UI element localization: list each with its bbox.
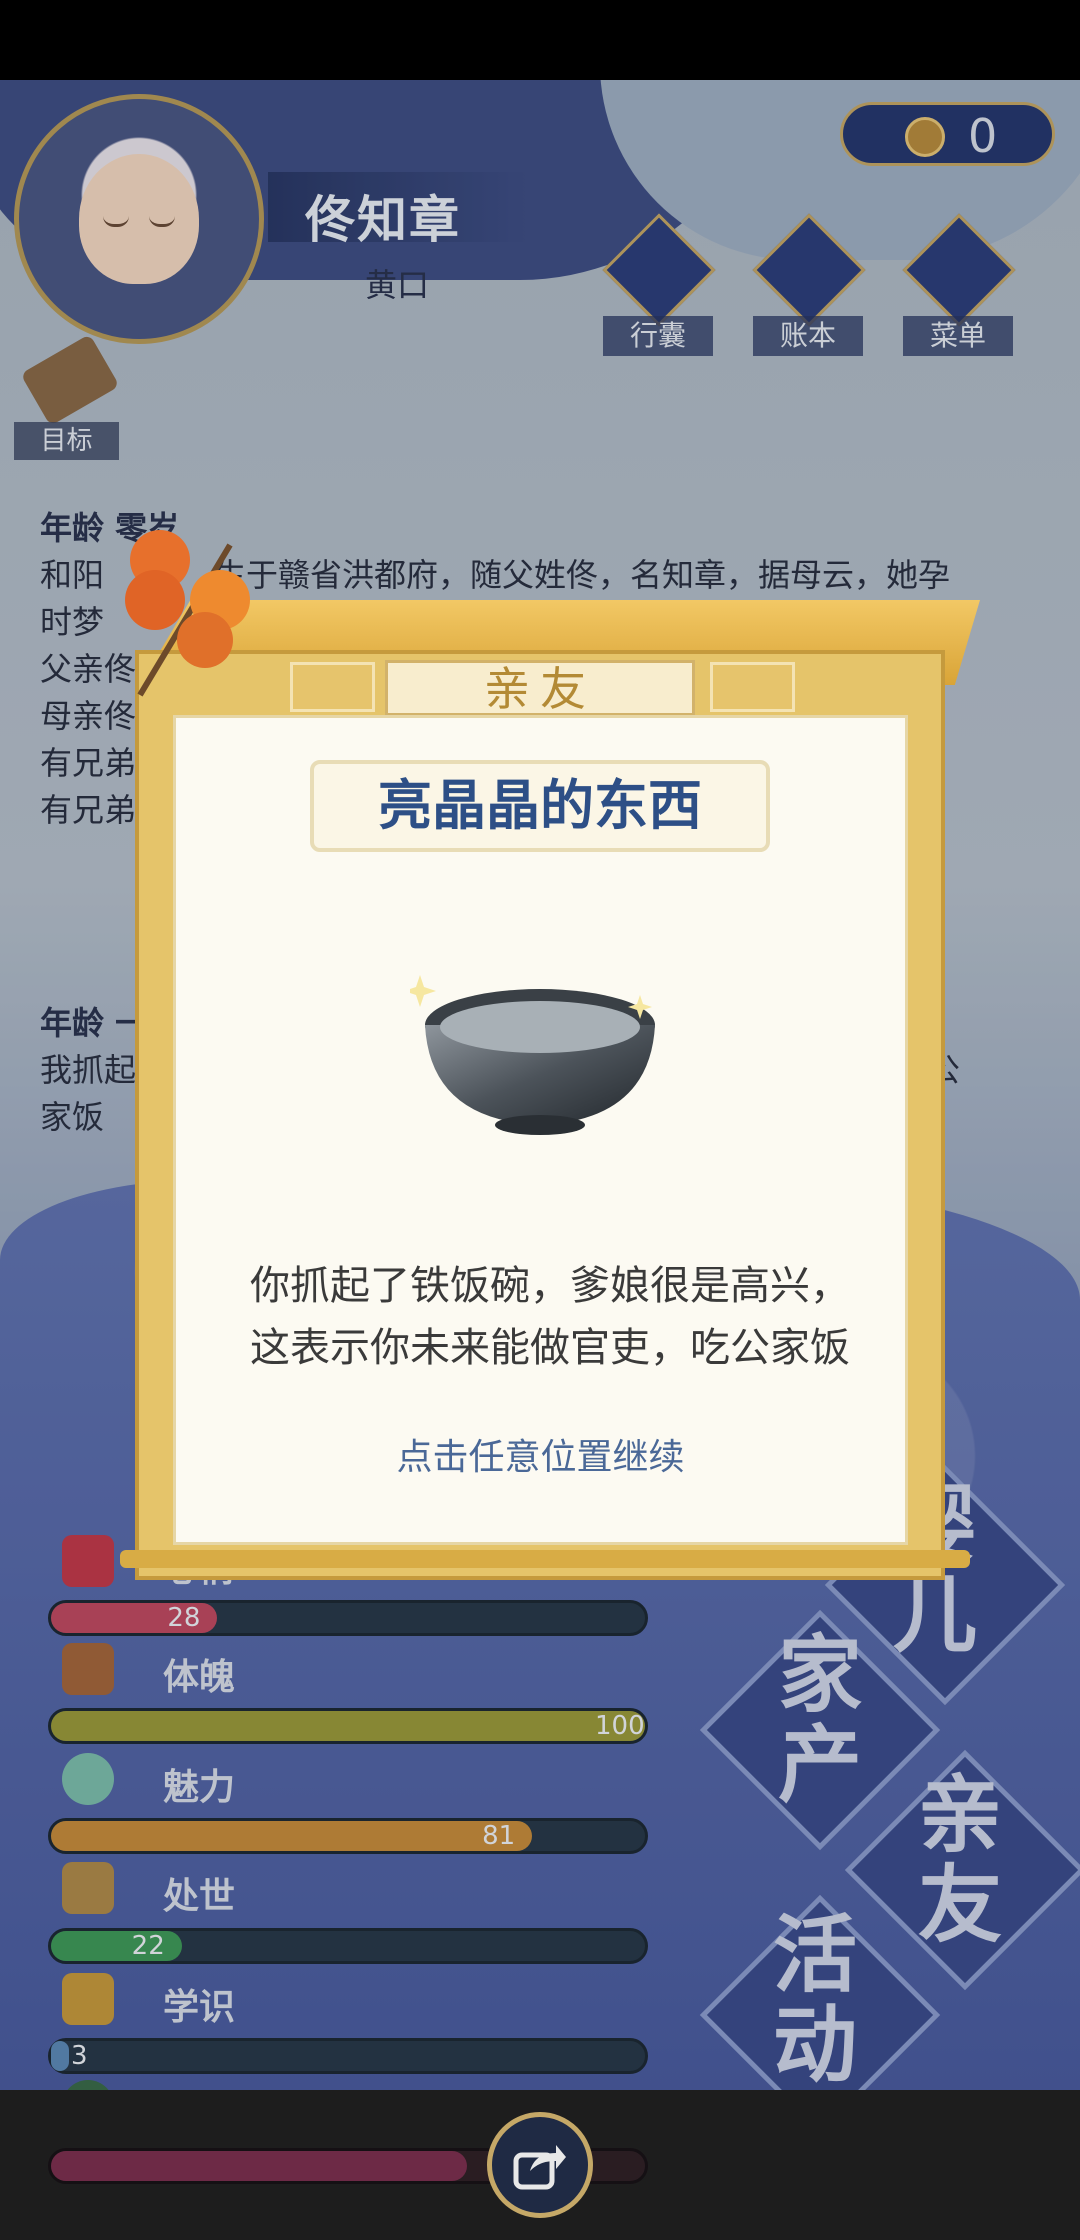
dialog-bottom-bar	[120, 1550, 970, 1568]
continue-hint[interactable]: 点击任意位置继续	[173, 1428, 908, 1480]
iron-bowl-icon	[404, 955, 670, 1145]
dialog-side-tab	[290, 662, 375, 712]
dialog-side-tab	[710, 662, 795, 712]
dialog-category: 亲友	[484, 662, 596, 716]
event-title: 亮晶晶的东西	[378, 774, 702, 837]
status-bar	[0, 0, 1080, 80]
event-text-line: 这表示你未来能做官吏，吃公家饭	[250, 1325, 850, 1371]
event-text: 你抓起了铁饭碗，爹娘很是高兴， 这表示你未来能做官吏，吃公家饭	[210, 1255, 890, 1379]
dialog-category-tab: 亲友	[385, 660, 695, 716]
virtue-bar-fill	[51, 2151, 467, 2181]
event-title-box: 亮晶晶的东西	[310, 760, 770, 852]
share-button[interactable]	[487, 2112, 593, 2218]
share-icon	[513, 2145, 566, 2190]
event-text-line: 你抓起了铁饭碗，爹娘很是高兴，	[250, 1263, 850, 1309]
candied-hawthorn-icon	[110, 525, 270, 705]
